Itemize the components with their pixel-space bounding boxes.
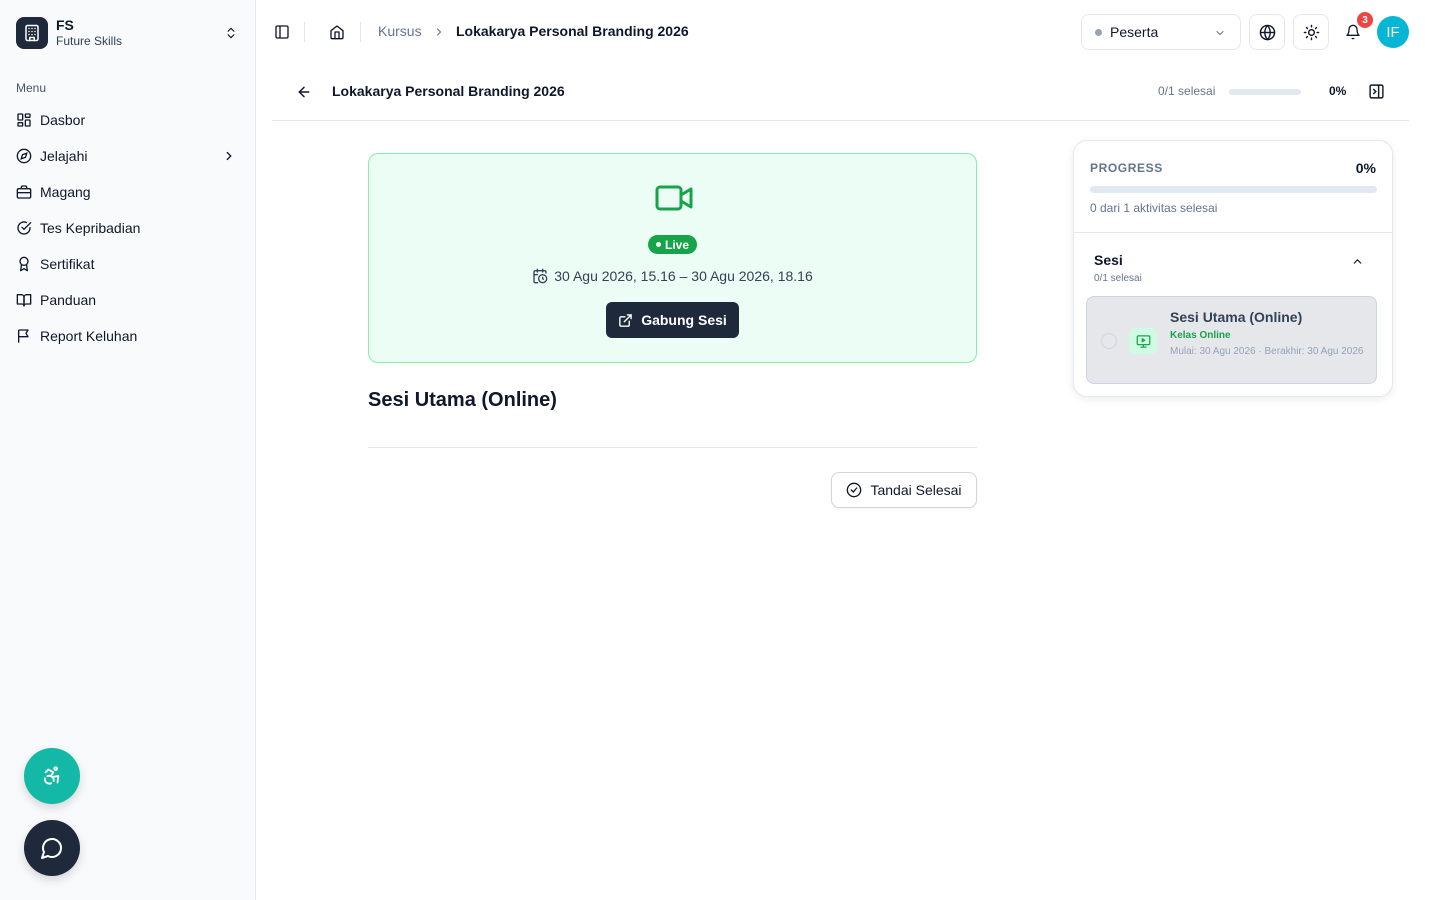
activity-dates: Mulai: 30 Agu 2026 · Berakhir: 30 Agu 20… [1170, 346, 1364, 357]
breadcrumb-kursus[interactable]: Kursus [378, 23, 422, 39]
home-icon [329, 24, 345, 40]
section-subtitle: 0/1 selesai [1094, 273, 1142, 284]
bell-icon [1345, 24, 1361, 40]
course-title: Lokakarya Personal Branding 2026 [332, 83, 565, 99]
activity-title: Sesi Utama (Online) [1170, 309, 1303, 325]
sidebar-item-jelajahi[interactable]: Jelajahi [8, 138, 248, 174]
check-circle-icon [16, 220, 32, 236]
sidebar-item-label: Panduan [40, 292, 97, 308]
sun-icon [1303, 24, 1320, 41]
check-circle-icon [846, 482, 862, 498]
session-title: Sesi Utama (Online) [368, 389, 557, 411]
join-session-label: Gabung Sesi [641, 312, 727, 328]
accessibility-icon [41, 765, 63, 787]
live-badge: Live [648, 235, 698, 254]
brand-short: FS [56, 17, 74, 33]
chevrons-up-down-icon [224, 24, 238, 42]
chevron-up-icon [1351, 255, 1364, 268]
sidebar-item-label: Tes Kepribadian [40, 220, 141, 236]
progress-label: PROGRESS [1090, 161, 1163, 175]
sidebar-item-sertifikat[interactable]: Sertifikat [8, 246, 248, 282]
external-link-icon [618, 313, 633, 328]
compass-icon [16, 148, 32, 164]
mark-done-button[interactable]: Tandai Selesai [831, 472, 977, 508]
globe-icon [1259, 24, 1276, 41]
flag-icon [16, 328, 32, 344]
chat-bubble-icon [40, 836, 64, 860]
activity-type: Kelas Online [1170, 330, 1231, 341]
course-progress-percent: 0% [1329, 84, 1347, 98]
mark-done-label: Tandai Selesai [870, 482, 962, 498]
top-header: Kursus Lokakarya Personal Branding 2026 … [256, 0, 1440, 64]
menu-title: Menu [16, 81, 47, 95]
book-open-icon [16, 292, 32, 308]
header-separator [304, 22, 305, 42]
sidebar-item-magang[interactable]: Magang [8, 174, 248, 210]
content-divider [368, 447, 977, 448]
sidebar-item-label: Jelajahi [40, 148, 88, 164]
chevron-down-icon [1214, 27, 1226, 39]
arrow-left-icon [296, 84, 312, 100]
progress-percent: 0% [1355, 160, 1376, 176]
status-dot [1095, 28, 1102, 36]
course-progress-bar [1229, 89, 1301, 95]
grid-icon [16, 112, 32, 128]
sidebar-item-tes-kepribadian[interactable]: Tes Kepribadian [8, 210, 248, 246]
section-header-sesi[interactable]: Sesi 0/1 selesai [1074, 233, 1392, 293]
sidebar-item-label: Magang [40, 184, 91, 200]
progress-panel: PROGRESS 0% 0 dari 1 aktivitas selesai S… [1073, 140, 1393, 397]
panel-left-icon [274, 24, 290, 40]
role-select-value: Peserta [1110, 24, 1159, 40]
progress-bar [1090, 186, 1377, 193]
sidebar-item-label: Report Keluhan [40, 328, 138, 344]
theme-toggle-button[interactable] [1293, 14, 1329, 50]
chevron-right-icon [433, 25, 445, 39]
section-title: Sesi [1094, 252, 1123, 268]
live-badge-label: Live [665, 237, 690, 252]
award-icon [16, 256, 32, 272]
header-separator [360, 22, 361, 42]
join-session-button[interactable]: Gabung Sesi [606, 302, 739, 338]
panel-right-icon [1368, 83, 1386, 100]
progress-summary: 0 dari 1 aktivitas selesai [1090, 201, 1218, 215]
home-button[interactable] [327, 22, 347, 42]
sidebar-nav: Dasbor Jelajahi Magang Tes Kepribadian S… [8, 102, 248, 354]
live-session-card: Live 30 Agu 2026, 15.16 – 30 Agu 2026, 1… [368, 153, 977, 363]
toggle-sidebar-button[interactable] [272, 22, 292, 42]
avatar[interactable]: IF [1377, 16, 1409, 48]
back-button[interactable] [292, 82, 316, 102]
workspace-switcher[interactable]: FS Future Skills [16, 16, 240, 50]
calendar-clock-icon [532, 268, 548, 284]
chat-button[interactable] [24, 820, 80, 876]
completed-count: 0/1 selesai [1158, 84, 1216, 98]
completion-checkbox[interactable] [1101, 333, 1117, 349]
chevron-right-icon [222, 149, 236, 163]
sidebar-item-panduan[interactable]: Panduan [8, 282, 248, 318]
sidebar-item-label: Sertifikat [40, 256, 95, 272]
activity-item[interactable]: Sesi Utama (Online) Kelas Online Mulai: … [1086, 296, 1377, 384]
monitor-play-icon [1129, 328, 1157, 354]
breadcrumb-current: Lokakarya Personal Branding 2026 [456, 23, 689, 39]
notification-badge: 3 [1357, 12, 1373, 28]
session-time: 30 Agu 2026, 15.16 – 30 Agu 2026, 18.16 [369, 268, 976, 284]
live-dot [656, 242, 661, 247]
course-subheader: Lokakarya Personal Branding 2026 0/1 sel… [272, 64, 1409, 121]
building-icon [16, 17, 48, 49]
toggle-outline-button[interactable] [1368, 83, 1386, 101]
role-select[interactable]: Peserta [1081, 14, 1241, 50]
sidebar-item-report-keluhan[interactable]: Report Keluhan [8, 318, 248, 354]
brand-name: Future Skills [56, 34, 123, 48]
sidebar-item-label: Dasbor [40, 112, 86, 128]
language-button[interactable] [1249, 14, 1285, 50]
sidebar-item-dasbor[interactable]: Dasbor [8, 102, 248, 138]
briefcase-icon [16, 184, 32, 200]
sidebar: FS Future Skills Menu Dasbor Jelajahi Ma… [0, 0, 256, 900]
session-time-text: 30 Agu 2026, 15.16 – 30 Agu 2026, 18.16 [554, 268, 813, 284]
accessibility-button[interactable] [24, 748, 80, 804]
video-camera-icon [655, 184, 693, 212]
